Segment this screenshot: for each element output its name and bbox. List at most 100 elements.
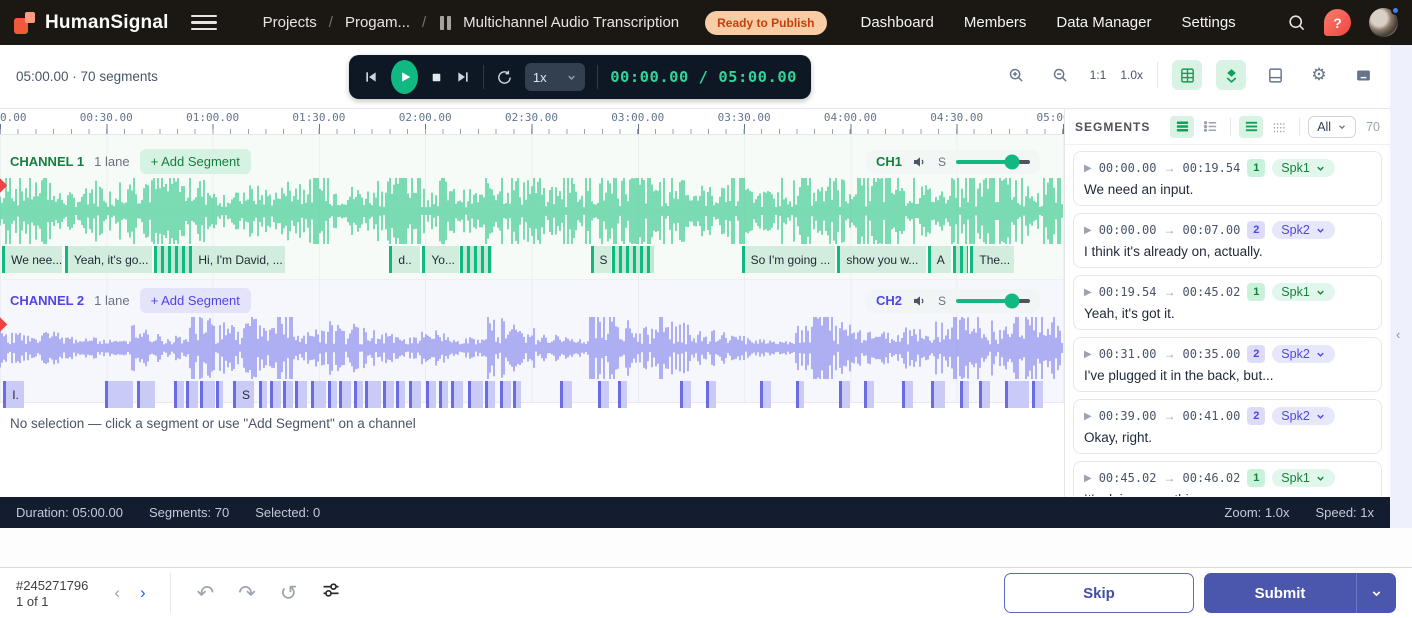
segment-card[interactable]: ▶00:31.00→00:35.002Spk2I've plugged it i…	[1073, 337, 1382, 392]
timeline-segment[interactable]	[468, 381, 483, 408]
dotted-rows-icon[interactable]	[1267, 116, 1291, 138]
status-badge[interactable]: Ready to Publish	[705, 11, 826, 35]
timeline-segment[interactable]: The...	[970, 246, 1014, 273]
nav-data-manager[interactable]: Data Manager	[1056, 14, 1151, 31]
gear-icon[interactable]: ⚙	[1304, 60, 1334, 90]
loop-icon[interactable]	[496, 69, 513, 86]
keyboard-icon[interactable]	[1348, 60, 1378, 90]
solo-label[interactable]: S	[938, 155, 946, 169]
segment-play-icon[interactable]: ▶	[1084, 225, 1092, 236]
timeline-segment[interactable]	[105, 381, 133, 408]
volume-icon[interactable]	[912, 293, 928, 309]
user-avatar[interactable]	[1369, 8, 1398, 37]
timeline-segment[interactable]	[598, 381, 609, 408]
compact-rows-icon[interactable]	[1239, 116, 1263, 138]
zoom-ratio-button[interactable]: 1:1	[1090, 68, 1107, 82]
timeline-segment[interactable]	[186, 381, 198, 408]
timeline-segment[interactable]	[154, 246, 189, 273]
timeline-segment[interactable]	[270, 381, 281, 408]
nav-members[interactable]: Members	[964, 14, 1027, 31]
segment-play-icon[interactable]: ▶	[1084, 473, 1092, 484]
redo-icon[interactable]: ↷	[226, 579, 268, 608]
brand-logo[interactable]: HumanSignal	[14, 12, 169, 34]
timeline-segment[interactable]	[259, 381, 268, 408]
timeline-segment[interactable]	[1005, 381, 1028, 408]
speaker-select[interactable]: Spk1	[1272, 469, 1335, 487]
channel-1-add-segment-button[interactable]: + Add Segment	[140, 149, 251, 174]
timeline-segment[interactable]	[979, 381, 990, 408]
timeline-segment[interactable]	[383, 381, 394, 408]
solo-label[interactable]: S	[938, 294, 946, 308]
segment-transcript-text[interactable]: We need an input.	[1084, 182, 1371, 197]
slider-knob[interactable]	[1005, 154, 1020, 169]
timeline-segment[interactable]	[902, 381, 913, 408]
timeline-segment[interactable]	[295, 381, 308, 408]
skip-button[interactable]: Skip	[1004, 573, 1194, 613]
timeline-segment[interactable]	[931, 381, 945, 408]
timeline-segment[interactable]	[513, 381, 522, 408]
timeline-segment[interactable]	[560, 381, 573, 408]
prev-task-button[interactable]: ‹	[104, 579, 130, 607]
speaker-select[interactable]: Spk2	[1272, 221, 1335, 239]
timeline-segment[interactable]	[439, 381, 448, 408]
timeline-segment[interactable]: d..	[389, 246, 420, 273]
timeline-segment[interactable]: I.	[3, 381, 24, 408]
timeline-segment[interactable]	[396, 381, 406, 408]
card-view-icon[interactable]	[1170, 116, 1194, 138]
timeline-segment[interactable]: S	[591, 246, 611, 273]
timeline-segment[interactable]	[1032, 381, 1043, 408]
breadcrumb-projects[interactable]: Projects	[263, 14, 317, 31]
timeline-segment[interactable]	[680, 381, 691, 408]
search-icon[interactable]	[1287, 13, 1306, 32]
channel-1-volume-slider[interactable]	[956, 160, 1030, 164]
channel-2-add-segment-button[interactable]: + Add Segment	[140, 288, 251, 313]
timeline-segment[interactable]: A	[928, 246, 951, 273]
timeline-segment[interactable]	[354, 381, 363, 408]
timeline-segment[interactable]	[500, 381, 511, 408]
notebook-icon[interactable]	[1260, 60, 1290, 90]
timeline-segment[interactable]: show you w...	[837, 246, 925, 273]
zoom-out-icon[interactable]	[1046, 60, 1076, 90]
channel-1-waveform[interactable]	[0, 178, 1064, 244]
timeline-segment[interactable]	[216, 381, 223, 408]
segment-transcript-text[interactable]: Okay, right.	[1084, 430, 1371, 445]
timeline-segment[interactable]	[200, 381, 215, 408]
layers-icon[interactable]	[1216, 60, 1246, 90]
play-button[interactable]	[391, 60, 418, 94]
segment-transcript-text[interactable]: It's doing something.	[1084, 492, 1371, 496]
zoom-in-icon[interactable]	[1002, 60, 1032, 90]
timeline-segment[interactable]	[451, 381, 463, 408]
segment-transcript-text[interactable]: I think it's already on, actually.	[1084, 244, 1371, 259]
timeline-segment[interactable]	[760, 381, 772, 408]
timeline-segment[interactable]: Yeah, it's go...	[65, 246, 152, 273]
segment-card[interactable]: ▶00:00.00→00:07.002Spk2I think it's alre…	[1073, 213, 1382, 268]
skip-to-end-button[interactable]	[455, 69, 471, 85]
timeline-segment[interactable]	[409, 381, 422, 408]
help-icon[interactable]: ?	[1324, 9, 1351, 36]
channel-2-waveform[interactable]	[0, 317, 1064, 379]
channel-2-volume-slider[interactable]	[956, 299, 1030, 303]
timeline-segment[interactable]	[485, 381, 495, 408]
timeline-segment[interactable]: S	[233, 381, 254, 408]
undo-icon[interactable]: ↶	[185, 579, 227, 608]
timeline-segment[interactable]	[426, 381, 437, 408]
timeline-segment[interactable]	[174, 381, 184, 408]
timeline-segment[interactable]: So I'm going ...	[742, 246, 836, 273]
timeline-segment[interactable]	[460, 246, 492, 273]
breadcrumb-project[interactable]: Progam...	[345, 14, 410, 31]
timeline-segment[interactable]: Yo...	[422, 246, 458, 273]
nav-settings[interactable]: Settings	[1181, 14, 1235, 31]
submit-dropdown-button[interactable]	[1356, 573, 1396, 613]
segment-card[interactable]: ▶00:39.00→00:41.002Spk2Okay, right.	[1073, 399, 1382, 454]
next-task-button[interactable]: ›	[130, 579, 156, 607]
speaker-select[interactable]: Spk2	[1272, 407, 1335, 425]
speaker-select[interactable]: Spk1	[1272, 159, 1335, 177]
segment-card[interactable]: ▶00:00.00→00:19.541Spk1We need an input.	[1073, 151, 1382, 206]
timeline-segment[interactable]	[796, 381, 805, 408]
timeline-segment[interactable]	[339, 381, 351, 408]
segment-card[interactable]: ▶00:19.54→00:45.021Spk1Yeah, it's got it…	[1073, 275, 1382, 330]
segment-card[interactable]: ▶00:45.02→00:46.021Spk1It's doing someth…	[1073, 461, 1382, 496]
segment-transcript-text[interactable]: I've plugged it in the back, but...	[1084, 368, 1371, 383]
speaker-select[interactable]: Spk1	[1272, 283, 1335, 301]
skip-to-start-button[interactable]	[363, 69, 379, 85]
